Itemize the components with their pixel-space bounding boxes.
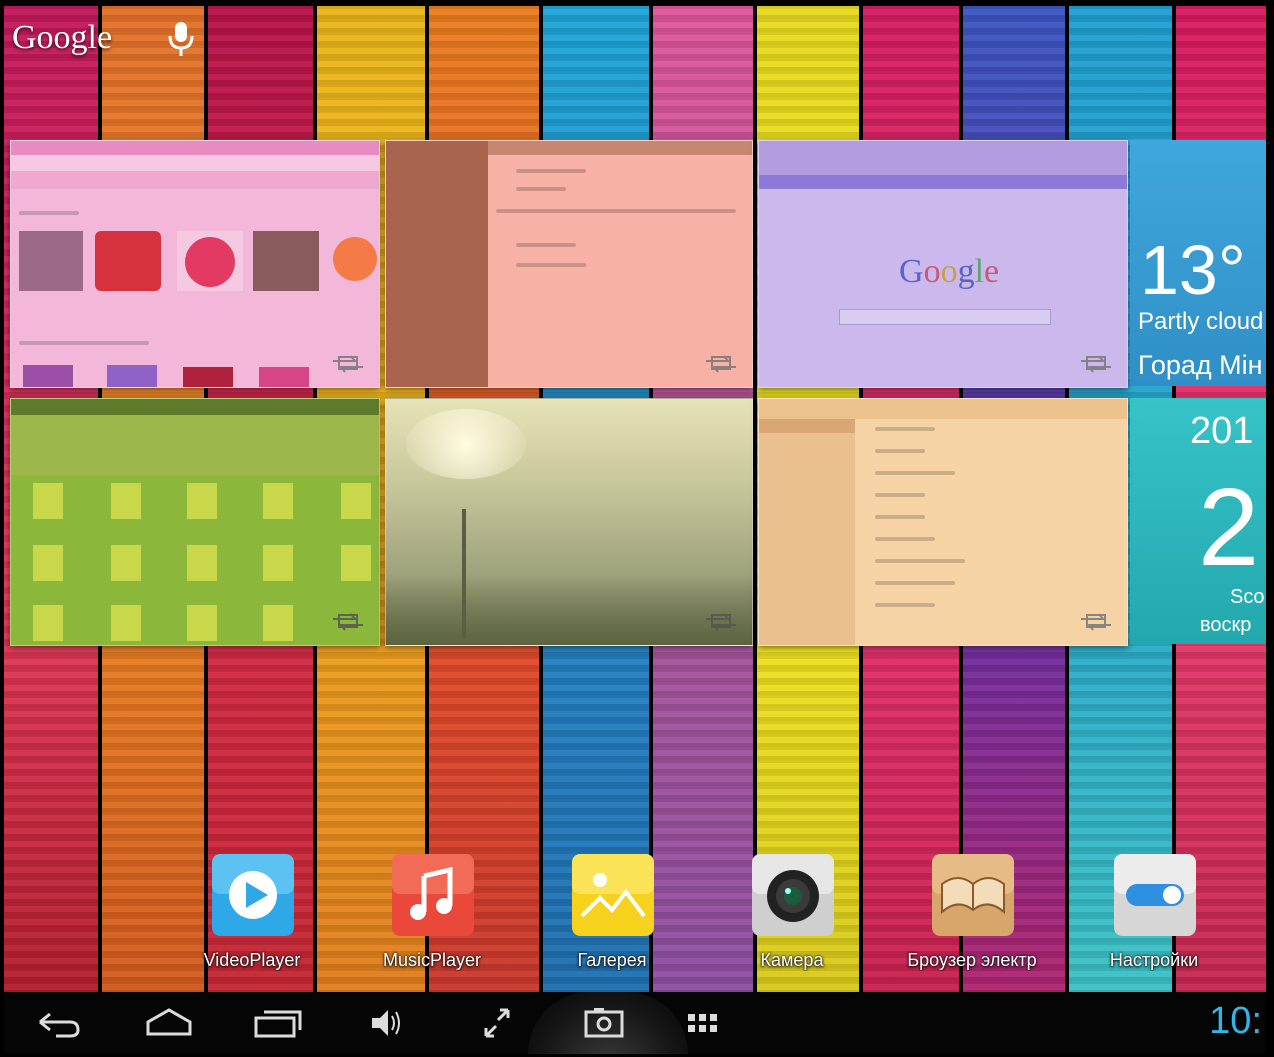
file-thumbnail	[187, 605, 217, 641]
card-toolbar	[759, 175, 1127, 189]
card-sidebar	[386, 141, 488, 387]
volume-icon[interactable]	[368, 1000, 404, 1046]
status-clock: 10:	[1209, 1000, 1262, 1042]
switch-app-icon[interactable]	[329, 353, 367, 375]
navigation-bar: 10:	[4, 992, 1266, 1054]
microphone-icon[interactable]	[166, 20, 196, 58]
dock-app-gallery[interactable]: Галерея	[542, 852, 682, 982]
card-tabs	[11, 155, 379, 171]
dock-app-label: Настройки	[1109, 950, 1199, 970]
recent-app-card-file-manager[interactable]	[10, 398, 380, 646]
dock-app-musicplayer[interactable]: MusicPlayer	[362, 852, 502, 982]
recent-app-card-gallery[interactable]	[385, 398, 753, 646]
switch-app-icon[interactable]	[1077, 611, 1115, 633]
card-sidebar	[759, 419, 855, 645]
search-box-thumbnail	[839, 309, 1051, 325]
recent-app-card-browser[interactable]: Google	[758, 140, 1128, 388]
dock-app-ebook-browser[interactable]: Броузер электр	[902, 852, 1042, 982]
pole	[462, 509, 466, 639]
settings-icon	[1114, 854, 1196, 936]
recent-app-card-explorer[interactable]	[385, 140, 753, 388]
fullscreen-icon[interactable]	[480, 1000, 514, 1046]
card-titlebar	[11, 399, 379, 415]
file-thumbnail	[341, 483, 371, 519]
screenshot-icon[interactable]	[582, 1000, 626, 1046]
dock-app-settings[interactable]: Настройки	[1084, 852, 1224, 982]
card-sidebar-selected	[759, 419, 855, 433]
gallery-icon	[572, 854, 654, 936]
switch-app-icon[interactable]	[1077, 353, 1115, 375]
file-thumbnail	[187, 545, 217, 581]
dock-app-label: Броузер электр	[907, 950, 1037, 970]
card-toolbar	[11, 171, 379, 189]
clock-line-2: воскр	[1200, 614, 1252, 636]
dock-app-label: Камера	[760, 950, 824, 970]
switch-app-icon[interactable]	[702, 611, 740, 633]
file-thumbnail	[111, 483, 141, 519]
file-thumbnail	[33, 605, 63, 641]
app-thumbnail	[19, 231, 83, 291]
card-titlebar	[759, 399, 1127, 419]
trees-silhouette	[386, 575, 752, 645]
clock-line-1: Sco	[1230, 586, 1265, 608]
file-thumbnail	[263, 545, 293, 581]
sun-glow	[406, 409, 526, 479]
recent-app-card-play-store[interactable]	[10, 140, 380, 388]
file-thumbnail	[111, 605, 141, 641]
weather-temperature: 13°	[1140, 231, 1246, 309]
app-thumbnail	[333, 237, 377, 281]
switch-app-icon[interactable]	[702, 353, 740, 375]
app-thumbnail	[253, 231, 319, 291]
home-icon[interactable]	[142, 1000, 196, 1046]
google-logo-thumbnail: Google	[899, 253, 1000, 290]
dock-app-videoplayer[interactable]: VideoPlayer	[182, 852, 322, 982]
music-player-icon	[392, 854, 474, 936]
recents-icon[interactable]	[252, 1000, 304, 1046]
clock-year: 201	[1190, 410, 1254, 452]
file-thumbnail	[263, 483, 293, 519]
switch-app-icon[interactable]	[329, 611, 367, 633]
app-thumbnail	[183, 367, 233, 387]
weather-city: Горад Мін	[1138, 350, 1263, 380]
file-thumbnail	[33, 545, 63, 581]
file-thumbnail	[263, 605, 293, 641]
app-thumbnail	[177, 231, 243, 291]
clock-widget[interactable]: 201 2 Sco воскр	[1130, 398, 1266, 644]
dock-app-label: VideoPlayer	[203, 950, 301, 970]
dock-app-label: Галерея	[577, 950, 647, 970]
ebook-browser-icon	[932, 854, 1014, 936]
card-titlebar	[11, 141, 379, 155]
google-search-logo[interactable]: Google	[12, 18, 120, 58]
file-thumbnail	[33, 483, 63, 519]
app-thumbnail	[259, 367, 309, 387]
file-thumbnail	[187, 483, 217, 519]
file-thumbnail	[111, 545, 141, 581]
clock-digit: 2	[1198, 466, 1260, 589]
dock-app-camera[interactable]: Камера	[722, 852, 862, 982]
weather-condition: Partly cloud	[1138, 308, 1264, 335]
back-icon[interactable]	[32, 1000, 84, 1046]
app-thumbnail	[95, 231, 161, 291]
app-thumbnail	[23, 365, 73, 387]
card-addressbar	[759, 141, 1127, 175]
file-thumbnail	[341, 545, 371, 581]
card-header	[11, 415, 379, 475]
camera-icon	[752, 854, 834, 936]
weather-widget[interactable]: 13° Partly cloud Горад Мін	[1130, 140, 1266, 386]
video-player-icon	[212, 854, 294, 936]
recent-app-card-email[interactable]	[758, 398, 1128, 646]
card-titlebar	[488, 141, 752, 155]
app-drawer-icon[interactable]	[684, 1000, 722, 1046]
app-thumbnail	[107, 365, 157, 387]
dock-app-label: MusicPlayer	[382, 950, 482, 970]
